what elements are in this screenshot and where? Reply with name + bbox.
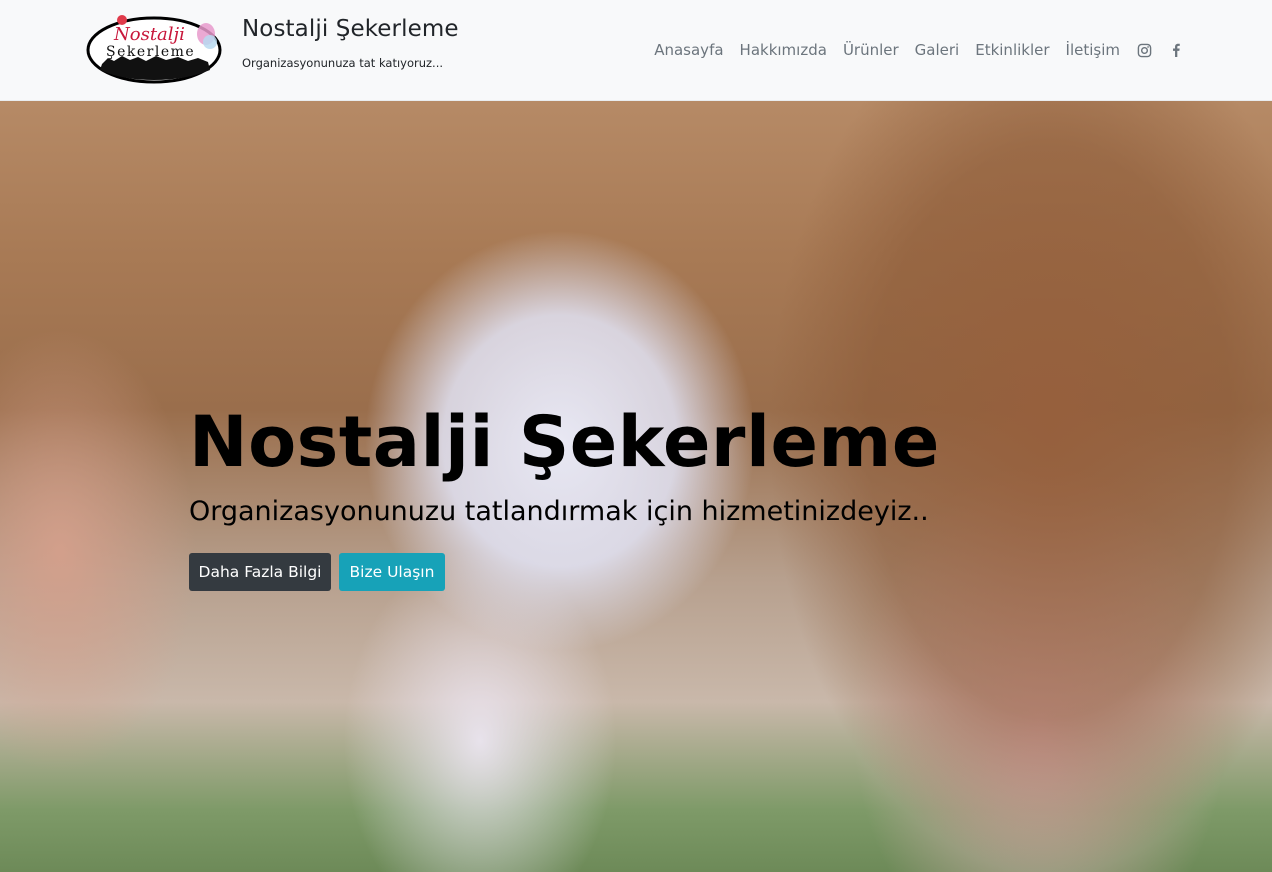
- more-info-button[interactable]: Daha Fazla Bilgi: [189, 553, 331, 591]
- logo-line1: Nostalji: [113, 24, 185, 45]
- main-nav: Anasayfa Hakkımızda Ürünler Galeri Etkin…: [654, 38, 1184, 62]
- hero-section: Nostalji Şekerleme Organizasyonunuzu tat…: [0, 101, 1272, 872]
- brand-logo[interactable]: Nostalji Şekerleme: [86, 12, 224, 84]
- hero-title: Nostalji Şekerleme: [189, 401, 940, 483]
- navbar: Nostalji Şekerleme Nostalji Şekerleme Or…: [0, 0, 1272, 101]
- nav-link-anasayfa[interactable]: Anasayfa: [654, 39, 723, 61]
- facebook-icon[interactable]: [1168, 42, 1184, 58]
- logo-line2: Şekerleme: [106, 44, 195, 60]
- instagram-icon[interactable]: [1136, 42, 1152, 58]
- hero-subtitle: Organizasyonunuzu tatlandırmak için hizm…: [189, 496, 929, 527]
- brand-title[interactable]: Nostalji Şekerleme: [242, 16, 459, 42]
- nav-link-urunler[interactable]: Ürünler: [843, 39, 899, 61]
- nav-link-galeri[interactable]: Galeri: [915, 39, 960, 61]
- nav-link-iletisim[interactable]: İletişim: [1066, 39, 1120, 61]
- contact-us-button[interactable]: Bize Ulaşın: [339, 553, 445, 591]
- brand-tagline: Organizasyonunuza tat katıyoruz...: [242, 56, 444, 70]
- nav-link-etkinlikler[interactable]: Etkinlikler: [975, 39, 1049, 61]
- nav-link-hakkimizda[interactable]: Hakkımızda: [740, 39, 827, 61]
- logo-image: Nostalji Şekerleme: [86, 15, 222, 84]
